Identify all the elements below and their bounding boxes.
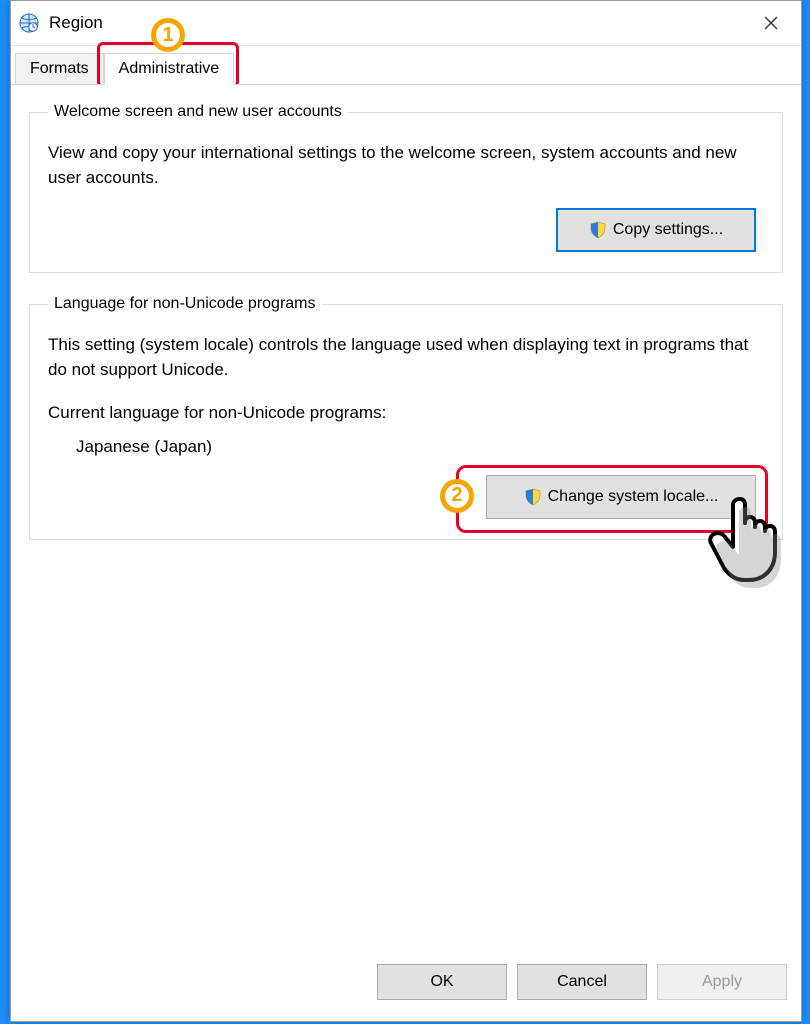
- shield-icon: [524, 488, 542, 506]
- ok-button[interactable]: OK: [377, 964, 507, 1000]
- tab-strip: Formats Administrative 1: [11, 46, 801, 84]
- tab-panel-administrative: Welcome screen and new user accounts Vie…: [11, 84, 801, 953]
- tab-formats[interactable]: Formats: [15, 53, 104, 85]
- current-language-label: Current language for non-Unicode program…: [48, 403, 764, 423]
- region-dialog: Region Formats Administrative 1 Welcome …: [10, 0, 802, 1022]
- group-non-unicode-desc: This setting (system locale) controls th…: [48, 333, 764, 382]
- annotation-step-2: 2: [440, 479, 474, 513]
- group-welcome-desc: View and copy your international setting…: [48, 141, 764, 190]
- group-welcome-legend: Welcome screen and new user accounts: [48, 103, 348, 121]
- close-button[interactable]: [749, 1, 793, 45]
- dialog-footer: OK Cancel Apply: [11, 953, 801, 1021]
- titlebar: Region: [11, 1, 801, 46]
- shield-icon: [589, 221, 607, 239]
- annotation-step-1: 1: [151, 18, 185, 52]
- apply-button: Apply: [657, 964, 787, 1000]
- group-welcome-screen: Welcome screen and new user accounts Vie…: [29, 103, 783, 273]
- change-system-locale-label: Change system locale...: [548, 488, 719, 506]
- group-non-unicode-legend: Language for non-Unicode programs: [48, 295, 322, 313]
- globe-icon: [19, 13, 39, 33]
- group-non-unicode: Language for non-Unicode programs This s…: [29, 295, 783, 539]
- copy-settings-label: Copy settings...: [613, 221, 723, 239]
- copy-settings-button[interactable]: Copy settings...: [556, 208, 756, 252]
- tab-administrative[interactable]: Administrative: [104, 53, 234, 85]
- cancel-button[interactable]: Cancel: [517, 964, 647, 1000]
- current-language-value: Japanese (Japan): [76, 437, 764, 457]
- change-system-locale-button[interactable]: Change system locale...: [486, 475, 756, 519]
